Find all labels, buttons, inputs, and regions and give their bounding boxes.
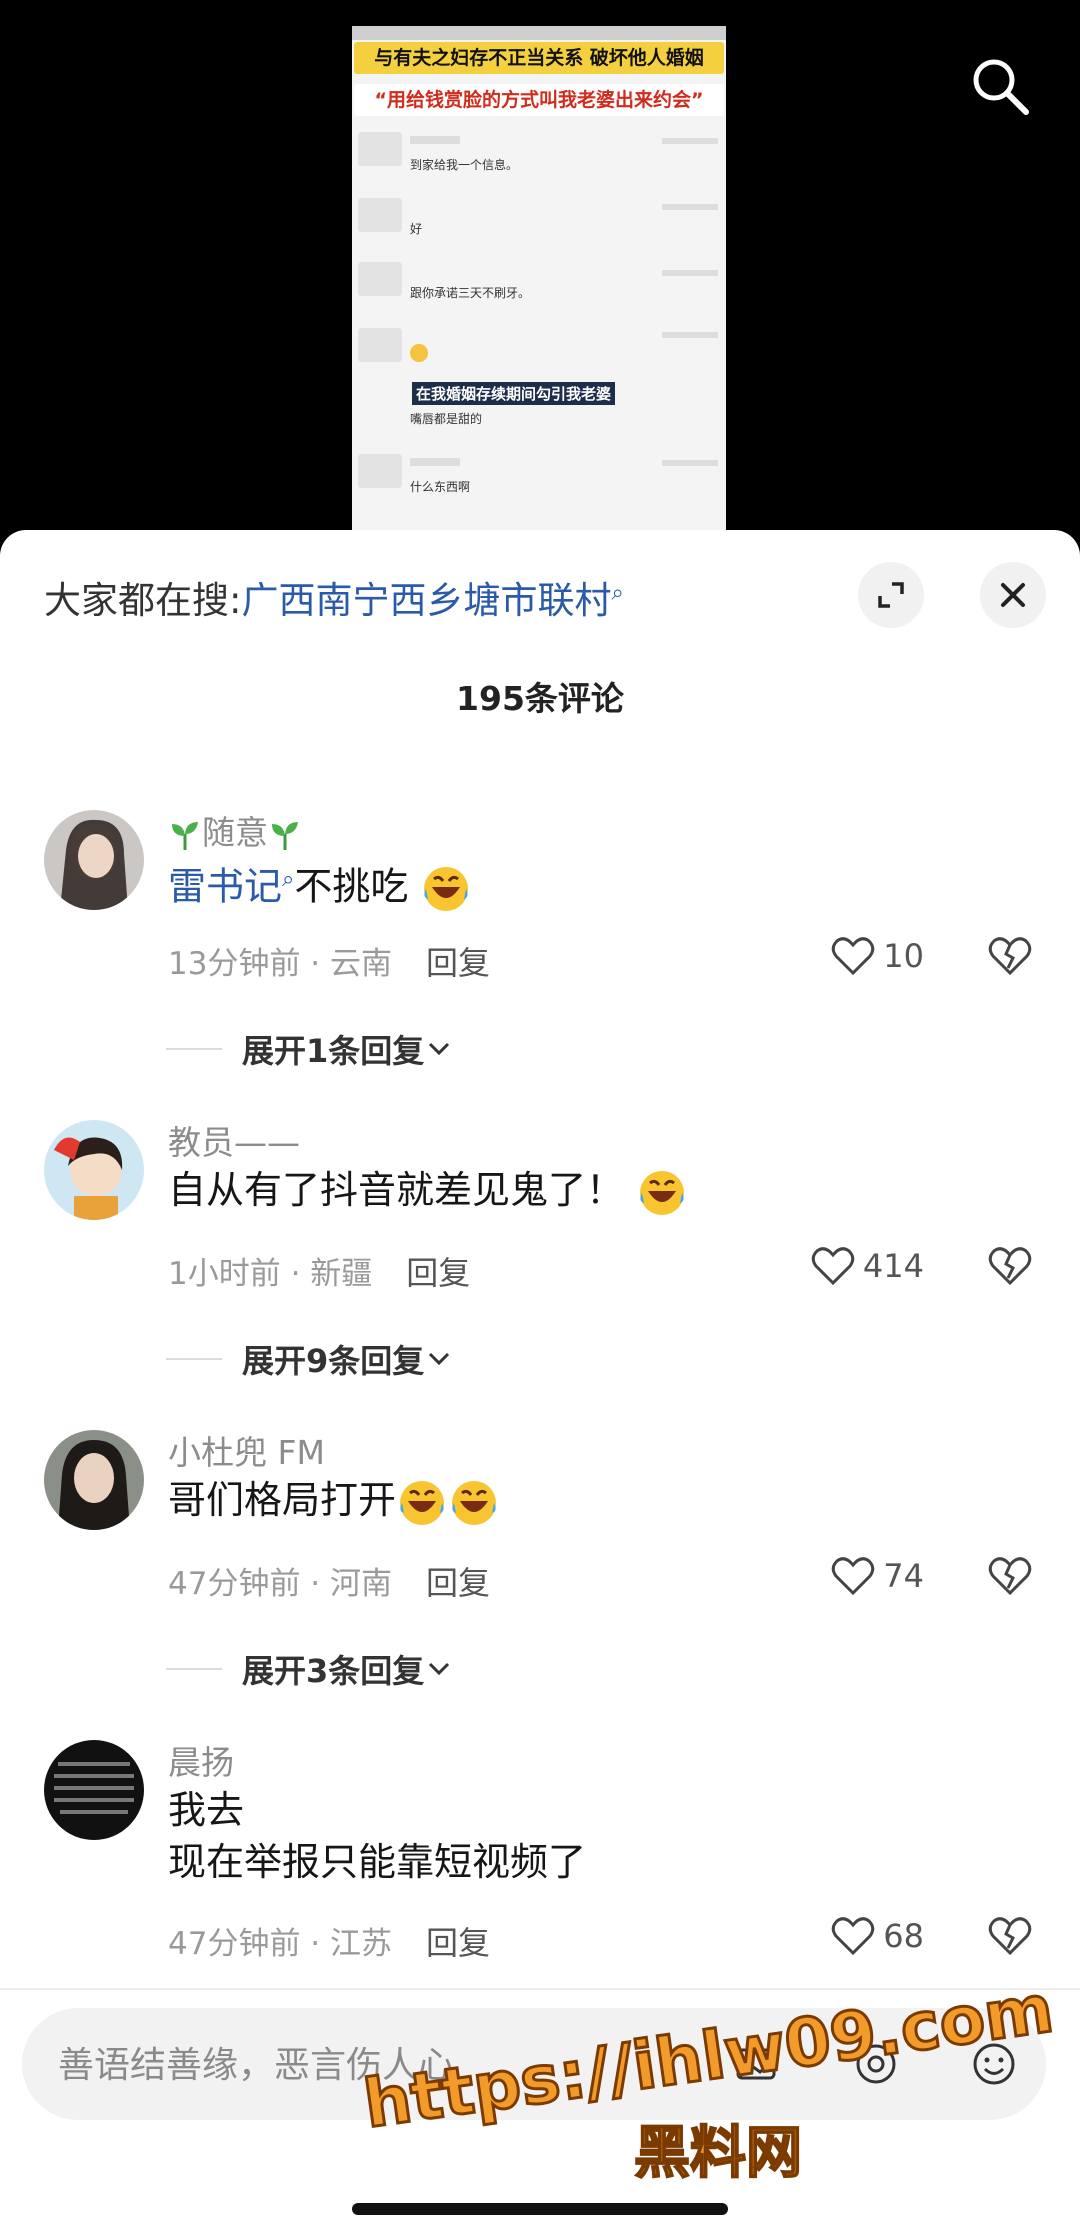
comment-text: 自从有了抖音就差见鬼了！ — [168, 1164, 688, 1219]
like-button[interactable]: 10 — [831, 936, 924, 976]
broken-heart-icon — [988, 1247, 1032, 1286]
expand-icon — [878, 582, 904, 608]
chevron-down-icon — [429, 1042, 450, 1056]
comment-count: 195条评论 — [456, 679, 624, 718]
laughing-emoji-icon — [640, 1170, 685, 1215]
chat-time-blur — [662, 270, 718, 276]
avatar[interactable] — [44, 1120, 144, 1220]
username[interactable]: 晨扬 — [168, 1736, 234, 1784]
dislike-button[interactable] — [988, 936, 1032, 980]
watermark-sub: 黑料网 — [633, 2120, 803, 2187]
video-topline — [352, 26, 726, 40]
like-button[interactable]: 68 — [831, 1916, 924, 1956]
like-button[interactable]: 414 — [811, 1246, 924, 1286]
chat-avatar — [358, 198, 402, 232]
avatar[interactable] — [44, 1740, 144, 1840]
chat-avatar — [358, 262, 402, 296]
like-count: 10 — [883, 937, 924, 975]
like-count: 414 — [862, 1247, 924, 1285]
heart-icon — [832, 1557, 875, 1596]
like-button[interactable]: 74 — [831, 1556, 924, 1596]
search-icon — [973, 59, 1029, 115]
chat-avatar — [358, 132, 402, 166]
heart-icon — [832, 1917, 875, 1956]
chat-emoji — [410, 344, 428, 362]
chat-name-blur — [410, 458, 460, 466]
like-count: 74 — [883, 1557, 924, 1595]
comment-link[interactable]: 雷书记 — [168, 865, 282, 909]
chat-time-blur — [662, 332, 718, 338]
dislike-button[interactable] — [988, 1916, 1032, 1960]
expand-replies[interactable]: 展开9条回复 — [166, 1336, 454, 1382]
chat-message: 嘴唇都是甜的 — [410, 412, 483, 426]
reply-button[interactable]: 回复 — [426, 1564, 490, 1602]
chat-message: 到家给我一个信息。 — [410, 158, 519, 172]
chat-message: 好 — [410, 222, 423, 236]
broken-heart-icon — [988, 937, 1032, 976]
laughing-emoji-icon — [400, 1480, 445, 1525]
hot-search-prefix: 大家都在搜: — [44, 579, 242, 622]
comment-meta: 1小时前 · 新疆 回复 — [168, 1254, 471, 1292]
dislike-button[interactable] — [988, 1556, 1032, 1600]
sprout-icon — [272, 821, 298, 850]
chat-message: 什么东西啊 — [410, 480, 471, 494]
video-caption: 在我婚姻存续期间勾引我老婆 — [412, 382, 616, 405]
chat-message: 跟你承诺三天不刷牙。 — [410, 286, 531, 300]
search-button[interactable] — [968, 54, 1032, 118]
hot-search-bar[interactable]: 大家都在搜:广西南宁西乡塘市联村⌕ — [44, 570, 624, 624]
comment-meta: 47分钟前 · 江苏 回复 — [168, 1924, 491, 1962]
laughing-emoji-icon — [424, 867, 469, 912]
laughing-emoji-icon — [452, 1480, 497, 1525]
chevron-down-icon — [429, 1662, 450, 1676]
chat-avatar — [358, 328, 402, 362]
video-banner-1: 与有夫之妇存不正当关系 破坏他人婚姻 — [354, 42, 724, 74]
chat-time-blur — [662, 204, 718, 210]
comment-text: 雷书记⌕不挑吃 — [168, 854, 472, 915]
broken-heart-icon — [988, 1917, 1032, 1956]
hot-search-term[interactable]: 广西南宁西乡塘市联村 — [241, 579, 611, 622]
home-indicator[interactable] — [352, 2203, 728, 2215]
avatar[interactable] — [44, 1430, 144, 1530]
comment-text: 我去 现在举报只能靠短视频了 — [168, 1788, 587, 1884]
chat-time-blur — [662, 138, 718, 144]
search-small-icon: ⌕ — [282, 867, 295, 892]
broken-heart-icon — [988, 1557, 1032, 1596]
like-count: 68 — [883, 1917, 924, 1955]
comment-text: 哥们格局打开 — [168, 1474, 500, 1529]
video-frame: 与有夫之妇存不正当关系 破坏他人婚姻 “用给钱赏脸的方式叫我老婆出来约会” 到家… — [352, 26, 726, 536]
chat-avatar — [358, 454, 402, 488]
username[interactable]: 小杜兜 FM — [168, 1426, 325, 1474]
dislike-button[interactable] — [988, 1246, 1032, 1290]
expand-replies[interactable]: 展开1条回复 — [166, 1026, 454, 1072]
reply-button[interactable]: 回复 — [426, 1924, 490, 1962]
heart-icon — [811, 1247, 855, 1286]
comment-meta: 13分钟前 · 云南 回复 — [168, 944, 491, 982]
divider-line — [166, 1668, 222, 1670]
comment-panel: 大家都在搜:广西南宁西乡塘市联村⌕ 195条评论 随意 雷书记⌕不挑吃 13分钟… — [0, 530, 1080, 2237]
avatar[interactable] — [44, 810, 144, 910]
comment-meta: 47分钟前 · 河南 回复 — [168, 1564, 491, 1602]
sprout-icon — [172, 821, 198, 850]
video-player[interactable]: 与有夫之妇存不正当关系 破坏他人婚姻 “用给钱赏脸的方式叫我老婆出来约会” 到家… — [0, 0, 1080, 560]
expand-button[interactable] — [858, 562, 924, 628]
close-button[interactable] — [980, 562, 1046, 628]
reply-button[interactable]: 回复 — [406, 1254, 470, 1292]
divider-line — [166, 1358, 222, 1360]
username[interactable]: 随意 — [168, 806, 302, 854]
expand-replies[interactable]: 展开3条回复 — [166, 1646, 454, 1692]
reply-button[interactable]: 回复 — [426, 944, 490, 982]
search-small-icon: ⌕ — [611, 580, 624, 606]
heart-icon — [832, 937, 875, 976]
username[interactable]: 教员—— — [168, 1116, 300, 1164]
chat-time-blur — [662, 460, 718, 466]
close-icon — [1001, 583, 1025, 607]
divider-line — [166, 1048, 222, 1050]
chat-name-blur — [410, 136, 460, 144]
watermark: https://ihlw09.com 黑料网 — [358, 1969, 1070, 2196]
chevron-down-icon — [429, 1352, 450, 1366]
video-banner-2: “用给钱赏脸的方式叫我老婆出来约会” — [354, 84, 724, 116]
